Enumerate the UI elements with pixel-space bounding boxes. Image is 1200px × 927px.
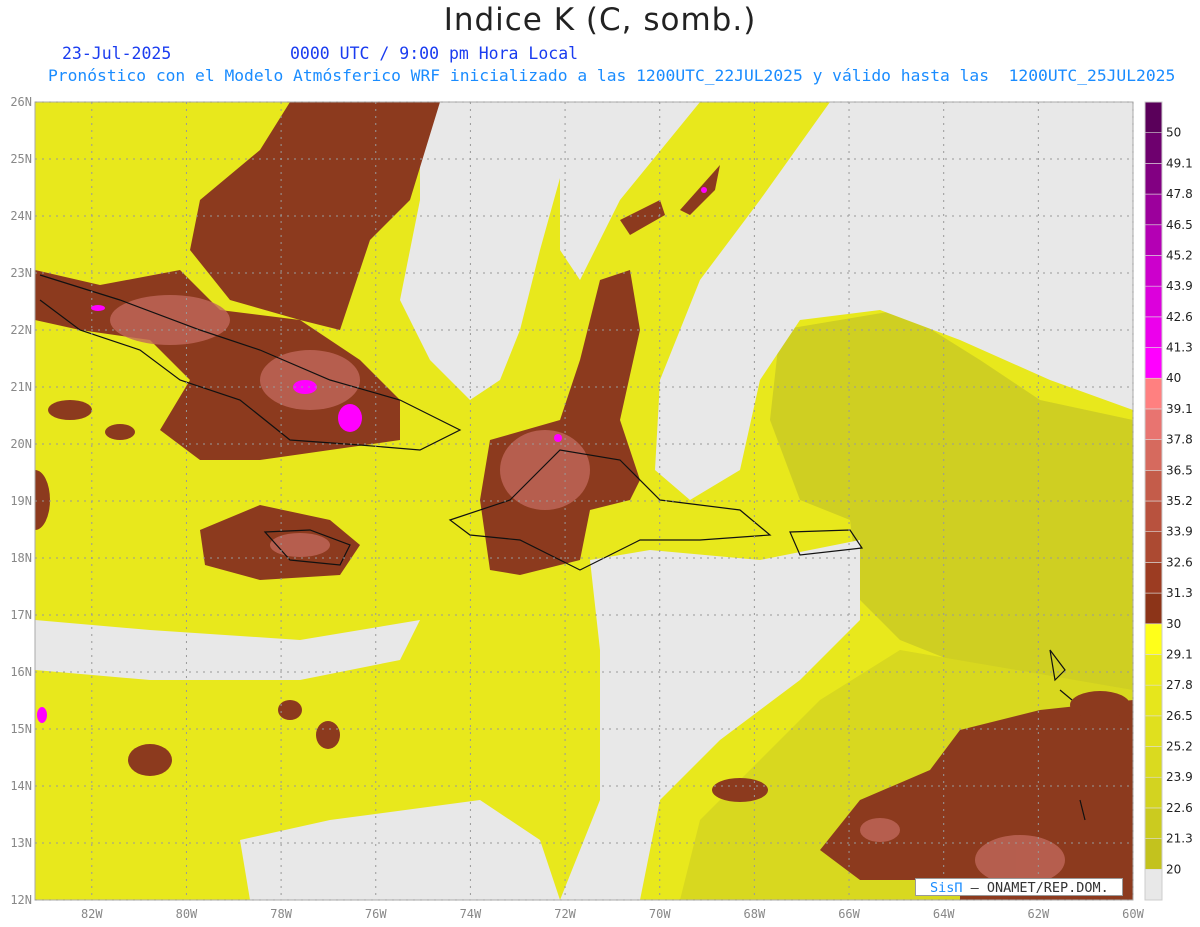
colorbar-label: 41.3	[1166, 341, 1193, 355]
colorbar-swatch	[1144, 285, 1163, 318]
lat-tick-label: 23N	[10, 266, 32, 280]
lat-tick-label: 26N	[10, 95, 32, 109]
colorbar-label: 32.6	[1166, 555, 1193, 569]
colorbar-swatch	[1144, 255, 1163, 287]
colorbar-label: 23.9	[1166, 770, 1193, 784]
colorbar-label: 36.5	[1166, 463, 1193, 477]
colorbar-swatch	[1144, 531, 1163, 563]
colorbar-label: 43.9	[1166, 279, 1193, 293]
colorbar-label: 42.6	[1166, 310, 1193, 324]
lat-tick-label: 13N	[10, 836, 32, 850]
colorbar-label: 30	[1166, 617, 1181, 631]
lat-tick-label: 19N	[10, 494, 32, 508]
lon-tick-label: 66W	[838, 907, 860, 921]
colorbar-label: 39.1	[1166, 402, 1193, 416]
credit-text: – ONAMET/REP.DOM.	[962, 880, 1109, 896]
colorbar-label: 27.8	[1166, 678, 1193, 692]
colorbar-swatch	[1144, 101, 1163, 133]
colorbar-swatch	[1144, 470, 1163, 502]
lat-tick-label: 15N	[10, 722, 32, 736]
lat-tick-label: 21N	[10, 380, 32, 394]
colorbar-swatch	[1144, 193, 1163, 226]
lon-tick-label: 76W	[365, 907, 387, 921]
colorbar-swatch	[1144, 746, 1163, 778]
credit-box: SisΠ – ONAMET/REP.DOM.	[915, 878, 1123, 896]
lon-tick-label: 80W	[176, 907, 198, 921]
colorbar-label: 31.3	[1166, 586, 1193, 600]
latitude-ticks: 12N 13N 14N 15N 16N 17N 18N 19N 20N 21N 22N 23N 24N 2…	[10, 95, 32, 907]
colorbar-label: 21.3	[1166, 832, 1193, 846]
colorbar-swatch	[1144, 316, 1163, 348]
colorbar-label: 47.8	[1166, 187, 1193, 201]
colorbar-label: 22.6	[1166, 801, 1193, 815]
colorbar: 20 21.3 22.6 23.9 25.2 26.5 27.8 29.1 30 31.3 32.6…	[1144, 101, 1193, 901]
lon-tick-label: 64W	[933, 907, 955, 921]
colorbar-swatch	[1144, 623, 1163, 655]
lon-tick-label: 70W	[649, 907, 671, 921]
colorbar-label: 29.1	[1166, 647, 1193, 661]
lon-tick-label: 68W	[744, 907, 766, 921]
colorbar-swatch	[1144, 838, 1163, 870]
colorbar-swatch	[1144, 439, 1163, 471]
lat-tick-label: 12N	[10, 893, 32, 907]
colorbar-label: 45.2	[1166, 248, 1193, 262]
colorbar-swatch	[1144, 562, 1163, 594]
colorbar-label: 50	[1166, 126, 1181, 140]
colorbar-swatch	[1144, 132, 1163, 164]
longitude-ticks: 82W 80W 78W 76W 74W 72W 70W 68W 66W 64W 62W 60W	[81, 907, 1145, 921]
colorbar-label: 20	[1166, 862, 1181, 876]
colorbar-swatch	[1144, 715, 1163, 747]
colorbar-label: 49.1	[1166, 156, 1193, 170]
lon-tick-label: 72W	[554, 907, 576, 921]
colorbar-swatch	[1144, 869, 1163, 901]
lat-tick-label: 22N	[10, 323, 32, 337]
colorbar-swatch	[1144, 224, 1163, 256]
k-index-map: 82W 80W 78W 76W 74W 72W 70W 68W 66W 64W 62W 60W 12N…	[10, 95, 1193, 921]
colorbar-swatch	[1144, 654, 1163, 686]
sispi-logo: SisΠ	[930, 880, 963, 896]
lat-tick-label: 25N	[10, 152, 32, 166]
colorbar-label: 26.5	[1166, 709, 1193, 723]
colorbar-swatch	[1144, 377, 1163, 410]
lon-tick-label: 62W	[1028, 907, 1050, 921]
colorbar-swatch	[1144, 684, 1163, 717]
colorbar-swatch	[1144, 408, 1163, 440]
lon-tick-label: 74W	[460, 907, 482, 921]
lat-tick-label: 14N	[10, 779, 32, 793]
lat-tick-label: 24N	[10, 209, 32, 223]
colorbar-label: 40	[1166, 371, 1181, 385]
colorbar-label: 25.2	[1166, 740, 1193, 754]
colorbar-swatch	[1144, 347, 1163, 379]
lon-tick-label: 78W	[270, 907, 292, 921]
colorbar-swatch	[1144, 807, 1163, 839]
lat-tick-label: 17N	[10, 608, 32, 622]
lon-tick-label: 60W	[1122, 907, 1144, 921]
colorbar-swatch	[1144, 500, 1163, 532]
colorbar-label: 37.8	[1166, 433, 1193, 447]
colorbar-swatch	[1144, 163, 1163, 195]
lat-tick-label: 18N	[10, 551, 32, 565]
colorbar-label: 46.5	[1166, 218, 1193, 232]
lat-tick-label: 16N	[10, 665, 32, 679]
lat-tick-label: 20N	[10, 437, 32, 451]
colorbar-label: 35.2	[1166, 494, 1193, 508]
colorbar-swatch	[1144, 592, 1163, 625]
colorbar-label: 33.9	[1166, 525, 1193, 539]
colorbar-swatch	[1144, 776, 1163, 809]
lon-tick-label: 82W	[81, 907, 103, 921]
